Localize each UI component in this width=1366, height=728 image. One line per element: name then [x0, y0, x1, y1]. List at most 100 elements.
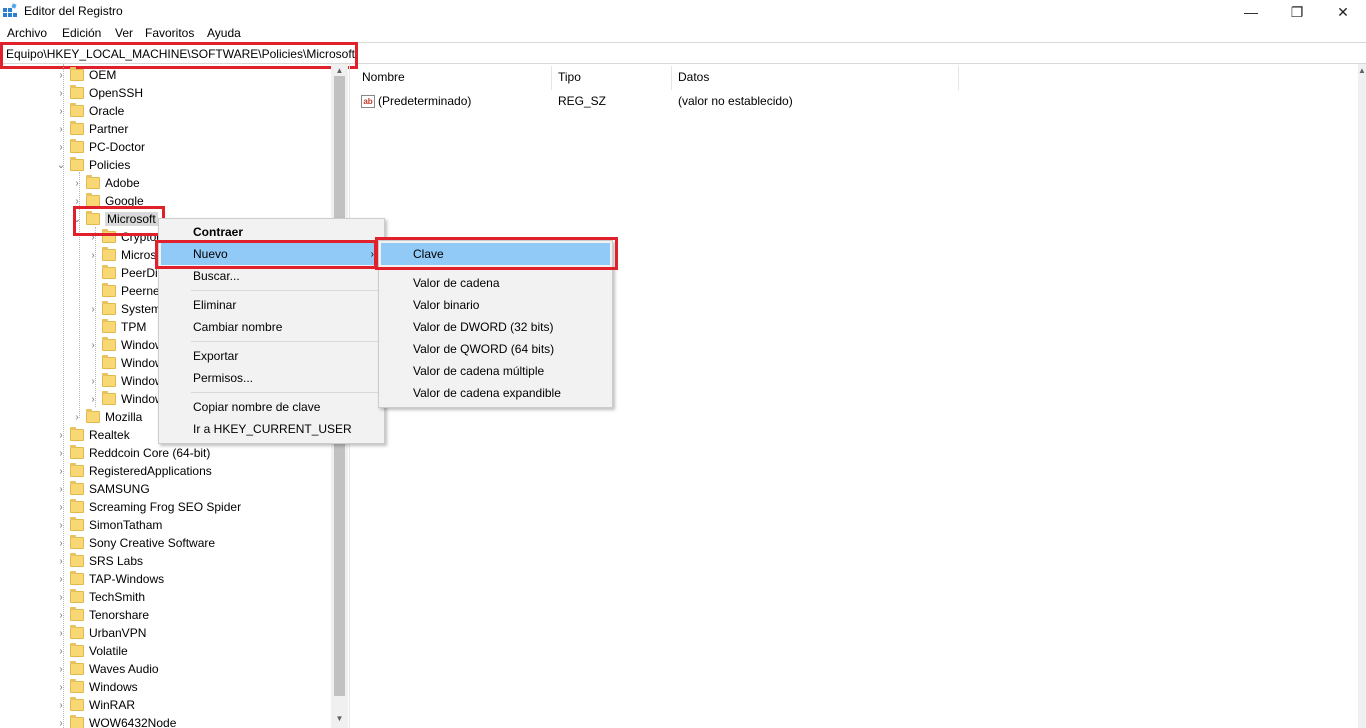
scroll-up-arrow-icon[interactable]: ▲	[331, 64, 348, 76]
chevron-right-icon[interactable]: ›	[88, 228, 98, 246]
tree-item[interactable]: › UrbanVPN	[56, 624, 146, 642]
chevron-right-icon[interactable]: ›	[56, 84, 66, 102]
chevron-right-icon[interactable]: ›	[72, 174, 82, 192]
tree-item[interactable]: › TAP-Windows	[56, 570, 164, 588]
chevron-right-icon[interactable]: ›	[88, 300, 98, 318]
menu-item-contraer[interactable]: Contraer	[161, 221, 382, 243]
column-header-name[interactable]: Nombre	[362, 70, 405, 84]
column-header-type[interactable]: Tipo	[558, 70, 581, 84]
minimize-button[interactable]: —	[1228, 0, 1274, 24]
chevron-down-icon[interactable]: ⌄	[72, 210, 82, 228]
tree-item[interactable]: TPM	[88, 318, 146, 336]
menu-item-copiar-nombre[interactable]: Copiar nombre de clave	[161, 396, 382, 418]
menu-item-valor-qword[interactable]: Valor de QWORD (64 bits)	[381, 338, 610, 360]
value-row[interactable]: ab (Predeterminado)	[361, 92, 471, 110]
chevron-right-icon[interactable]: ›	[88, 246, 98, 264]
chevron-right-icon[interactable]: ›	[88, 372, 98, 390]
tree-item[interactable]: › Adobe	[72, 174, 140, 192]
tree-item[interactable]: › WOW6432Node	[56, 714, 176, 728]
chevron-right-icon[interactable]: ›	[56, 534, 66, 552]
chevron-right-icon[interactable]: ›	[56, 426, 66, 444]
tree-item[interactable]: › PC-Doctor	[56, 138, 145, 156]
chevron-down-icon[interactable]: ⌄	[56, 156, 66, 174]
chevron-right-icon[interactable]: ›	[56, 678, 66, 696]
chevron-right-icon[interactable]: ›	[56, 102, 66, 120]
tree-item[interactable]: › Realtek	[56, 426, 130, 444]
menu-edicion[interactable]: Edición	[62, 26, 101, 40]
chevron-right-icon[interactable]: ›	[72, 192, 82, 210]
tree-item[interactable]: › RegisteredApplications	[56, 462, 212, 480]
chevron-right-icon[interactable]: ›	[56, 606, 66, 624]
tree-item[interactable]: › Windows	[56, 678, 138, 696]
tree-item[interactable]: › Volatile	[56, 642, 128, 660]
menu-item-permisos[interactable]: Permisos...	[161, 367, 382, 389]
menu-item-valor-binario[interactable]: Valor binario	[381, 294, 610, 316]
tree-item[interactable]: › Reddcoin Core (64-bit)	[56, 444, 210, 462]
chevron-right-icon[interactable]: ›	[56, 444, 66, 462]
chevron-right-icon[interactable]: ›	[88, 390, 98, 408]
tree-item[interactable]: › Partner	[56, 120, 128, 138]
tree-item[interactable]: PeerDist	[88, 264, 167, 282]
chevron-right-icon[interactable]: ›	[56, 138, 66, 156]
tree-item[interactable]: › Sony Creative Software	[56, 534, 215, 552]
column-separator[interactable]	[958, 66, 959, 90]
tree-item[interactable]: › Oracle	[56, 102, 124, 120]
tree-item[interactable]: › WinRAR	[56, 696, 135, 714]
column-separator[interactable]	[671, 66, 672, 90]
chevron-right-icon[interactable]: ›	[56, 120, 66, 138]
column-header-data[interactable]: Datos	[678, 70, 709, 84]
tree-item[interactable]: Peernet	[88, 282, 163, 300]
chevron-right-icon[interactable]: ›	[56, 642, 66, 660]
tree-item[interactable]: › Waves Audio	[56, 660, 159, 678]
menu-archivo[interactable]: Archivo	[7, 26, 47, 40]
chevron-right-icon[interactable]: ›	[56, 660, 66, 678]
chevron-right-icon[interactable]: ›	[56, 588, 66, 606]
menu-ayuda[interactable]: Ayuda	[207, 26, 241, 40]
tree-item[interactable]: › Mozilla	[72, 408, 142, 426]
menu-item-valor-cadena-multiple[interactable]: Valor de cadena múltiple	[381, 360, 610, 382]
menu-item-nuevo[interactable]: Nuevo ›	[161, 243, 382, 265]
tree-item[interactable]: › TechSmith	[56, 588, 145, 606]
chevron-right-icon[interactable]: ›	[56, 498, 66, 516]
chevron-right-icon[interactable]: ›	[56, 552, 66, 570]
tree-item[interactable]: › Google	[72, 192, 144, 210]
scroll-up-arrow-icon[interactable]: ▲	[1358, 66, 1366, 75]
values-scrollbar[interactable]	[1358, 64, 1366, 728]
menu-item-valor-dword[interactable]: Valor de DWORD (32 bits)	[381, 316, 610, 338]
address-path[interactable]: Equipo\HKEY_LOCAL_MACHINE\SOFTWARE\Polic…	[6, 47, 355, 61]
restore-button[interactable]: ❐	[1274, 0, 1320, 24]
close-button[interactable]: ✕	[1320, 0, 1366, 24]
scroll-down-arrow-icon[interactable]: ▼	[331, 712, 348, 724]
tree-item-microsoft-selected[interactable]: ⌄ Microsoft	[72, 210, 158, 228]
menu-ver[interactable]: Ver	[115, 26, 133, 40]
tree-item[interactable]: › SAMSUNG	[56, 480, 150, 498]
tree-item[interactable]: › SRS Labs	[56, 552, 143, 570]
chevron-right-icon[interactable]: ›	[56, 570, 66, 588]
address-bar[interactable]: Equipo\HKEY_LOCAL_MACHINE\SOFTWARE\Polic…	[0, 42, 1366, 64]
tree-item[interactable]: › SimonTatham	[56, 516, 162, 534]
menu-item-ir-hkcu[interactable]: Ir a HKEY_CURRENT_USER	[161, 418, 382, 440]
menu-item-exportar[interactable]: Exportar	[161, 345, 382, 367]
menu-item-buscar[interactable]: Buscar...	[161, 265, 382, 287]
menu-item-eliminar[interactable]: Eliminar	[161, 294, 382, 316]
chevron-right-icon[interactable]: ›	[56, 462, 66, 480]
chevron-right-icon[interactable]: ›	[56, 696, 66, 714]
tree-item[interactable]: › Tenorshare	[56, 606, 149, 624]
menu-item-clave[interactable]: Clave	[381, 243, 610, 265]
chevron-right-icon[interactable]: ›	[56, 516, 66, 534]
menu-favoritos[interactable]: Favoritos	[145, 26, 194, 40]
menu-item-valor-cadena[interactable]: Valor de cadena	[381, 272, 610, 294]
chevron-right-icon[interactable]: ›	[72, 408, 82, 426]
chevron-right-icon[interactable]: ›	[56, 66, 66, 84]
menu-item-cambiar-nombre[interactable]: Cambiar nombre	[161, 316, 382, 338]
chevron-right-icon[interactable]: ›	[56, 624, 66, 642]
tree-item[interactable]: › Screaming Frog SEO Spider	[56, 498, 241, 516]
menu-item-valor-cadena-expandible[interactable]: Valor de cadena expandible	[381, 382, 610, 404]
tree-item[interactable]: › OEM	[56, 66, 116, 84]
chevron-right-icon[interactable]: ›	[88, 336, 98, 354]
column-separator[interactable]	[551, 66, 552, 90]
tree-item-policies[interactable]: ⌄ Policies	[56, 156, 130, 174]
chevron-right-icon[interactable]: ›	[56, 480, 66, 498]
chevron-right-icon[interactable]: ›	[56, 714, 66, 728]
tree-item[interactable]: › OpenSSH	[56, 84, 143, 102]
